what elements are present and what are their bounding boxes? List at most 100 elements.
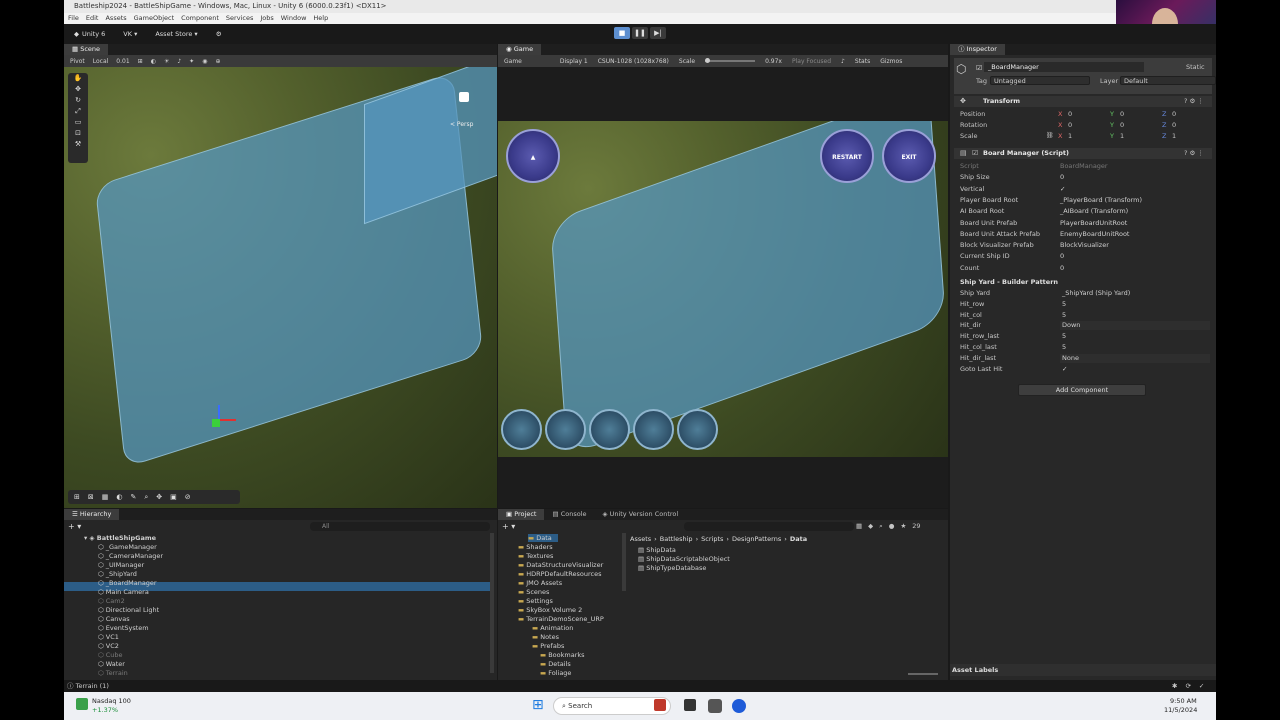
move-tool-icon[interactable]: ✥ (68, 84, 88, 95)
shipyard-field-value[interactable]: _ShipYard (Ship Yard) (1060, 289, 1210, 298)
tab-console[interactable]: ▤ Console (544, 509, 594, 520)
tab-version-control[interactable]: ◈ Unity Version Control (595, 509, 687, 520)
ship-select-2[interactable] (545, 409, 586, 450)
transform-menu-icon[interactable]: ? ⚙ ⋮ (1184, 97, 1204, 105)
scl-x-field[interactable]: 1 (1068, 132, 1072, 140)
hierarchy-item[interactable]: ⬡ _GameManager (98, 543, 157, 551)
breadcrumb-designpatterns[interactable]: DesignPatterns (732, 535, 781, 543)
lighting-icon[interactable]: ☀ (164, 58, 169, 65)
ship-select-1[interactable] (501, 409, 542, 450)
gizmos-icon[interactable]: ⊕ (215, 58, 220, 65)
windows-start-icon[interactable]: ⊞ (532, 698, 544, 712)
app-taskbar-icon[interactable] (732, 699, 746, 713)
camera-icon[interactable]: ◉ (202, 58, 207, 65)
project-file[interactable]: ▤ ShipTypeDatabase (638, 564, 706, 572)
check-icon[interactable]: ✓ (1199, 681, 1204, 692)
project-folder[interactable]: ▬ Data (528, 534, 558, 542)
project-folder[interactable]: ▬ Animation (532, 624, 573, 632)
exit-button[interactable]: EXIT (882, 129, 936, 183)
project-folder[interactable]: ▬ Scenes (518, 588, 549, 596)
hierarchy-item[interactable]: ⬡ _ShipYard (98, 570, 137, 578)
hierarchy-item[interactable]: ⬡ Water (98, 660, 125, 668)
error-icon[interactable]: ● (889, 522, 895, 531)
tab-hierarchy[interactable]: ☰ Hierarchy (64, 509, 120, 520)
play-focused-dropdown[interactable]: Play Focused (792, 58, 831, 65)
breadcrumb-scripts[interactable]: Scripts (701, 535, 723, 543)
play-button[interactable]: ■ (614, 27, 630, 39)
account-dropdown[interactable]: VK ▾ (119, 29, 141, 39)
unity-logo-button[interactable]: ◆ Unity 6 (70, 29, 109, 39)
tab-game[interactable]: ◉ Game (498, 44, 542, 55)
tag-dropdown[interactable]: Untagged (990, 76, 1090, 85)
script-field-value[interactable]: EnemyBoardUnitRoot (1060, 230, 1210, 239)
overlay-tool-6-icon[interactable]: ⌕ (144, 493, 148, 502)
overlay-tool-4-icon[interactable]: ◐ (116, 493, 122, 501)
snap-value[interactable]: 0.01 (116, 58, 129, 65)
object-name-field[interactable]: _BoardManager (984, 62, 1144, 72)
ship-select-5[interactable] (677, 409, 718, 450)
orientation-gizmo[interactable] (452, 85, 476, 109)
menu-window[interactable]: Window (281, 13, 307, 24)
resolution-dropdown[interactable]: CSUN-1028 (1028x768) (598, 58, 669, 65)
project-search-input[interactable] (684, 522, 854, 531)
script-field-value[interactable]: 0 (1060, 173, 1210, 182)
project-folder[interactable]: ▬ Shaders (518, 543, 553, 551)
icon-size-slider[interactable] (908, 673, 938, 675)
hierarchy-item[interactable]: ⬡ Cube (98, 651, 123, 659)
gizmos-button[interactable]: Gizmos (880, 58, 902, 65)
project-folder[interactable]: ▬ Notes (532, 633, 559, 641)
rot-x-field[interactable]: 0 (1068, 121, 1072, 129)
pos-x-field[interactable]: 0 (1068, 110, 1072, 118)
scene-viewport[interactable]: < Persp ✋ ✥ ↻ ⤢ ▭ ⊡ ⚒ ⊞ ⊠ ▦ ◐ ✎ ⌕ ✥ ▣ ⊘ (64, 67, 497, 508)
hierarchy-item[interactable]: ⬡ _CameraManager (98, 552, 163, 560)
project-folder[interactable]: ▬ TerrainDemoScene_URP (518, 615, 604, 623)
shipyard-field-value[interactable]: 5 (1060, 332, 1210, 341)
overlay-tool-3-icon[interactable]: ▦ (102, 493, 109, 501)
script-field-value[interactable]: PlayerBoardUnitRoot (1060, 219, 1210, 228)
menu-jobs[interactable]: Jobs (260, 13, 273, 24)
menu-services[interactable]: Services (226, 13, 253, 24)
audio-icon[interactable]: ♪ (177, 58, 181, 65)
filter-label-icon[interactable]: ◆ (868, 522, 873, 531)
project-file[interactable]: ▤ ShipDataScriptableObject (638, 555, 730, 563)
project-folder[interactable]: ▬ Bookmarks (540, 651, 585, 659)
overlay-tool-1-icon[interactable]: ⊞ (74, 493, 80, 501)
project-add-button[interactable]: + ▾ (502, 522, 515, 531)
script-field-value[interactable]: 0 (1060, 252, 1210, 261)
script-field-value[interactable]: _AIBoard (Transform) (1060, 207, 1210, 216)
settings-gear-icon[interactable]: ⚙ (212, 29, 226, 39)
filter-search-icon[interactable]: ⌕ (879, 522, 883, 531)
hierarchy-item[interactable]: ⬡ Cam2 (98, 597, 125, 605)
hierarchy-scrollbar[interactable] (490, 533, 494, 673)
sync-icon[interactable]: ⟳ (1185, 681, 1190, 692)
hierarchy-scene-root[interactable]: ▾ ◈ BattleShipGame (84, 534, 156, 542)
rot-y-field[interactable]: 0 (1120, 121, 1124, 129)
project-folder[interactable]: ▬ JMO Assets (518, 579, 562, 587)
overlay-tool-7-icon[interactable]: ✥ (156, 493, 162, 501)
constrain-proportions-icon[interactable]: ⛓ (1046, 132, 1054, 139)
filter-type-icon[interactable]: ▦ (856, 522, 862, 531)
menu-component[interactable]: Component (181, 13, 219, 24)
scl-z-field[interactable]: 1 (1172, 132, 1176, 140)
shipyard-field-value[interactable]: 5 (1060, 343, 1210, 352)
project-folder[interactable]: ▬ Prefabs (532, 642, 564, 650)
favorite-icon[interactable]: ★ (900, 522, 906, 531)
shipyard-field-value[interactable]: None (1060, 353, 1210, 363)
shipyard-field-value[interactable]: 5 (1060, 300, 1210, 309)
project-folder[interactable]: ▬ Textures (518, 552, 553, 560)
hierarchy-item[interactable]: ⬡ Main Camera (98, 588, 149, 596)
overlay-tool-5-icon[interactable]: ✎ (130, 493, 136, 501)
script-header[interactable]: ▤ ☑ Board Manager (Script) ? ⚙ ⋮ (954, 148, 1212, 159)
transform-tool-icon[interactable]: ⊡ (68, 128, 88, 139)
asset-store-button[interactable]: Asset Store ▾ (151, 29, 201, 39)
stock-name[interactable]: Nasdaq 100 (92, 697, 131, 705)
script-field-value[interactable]: ✓ (1060, 185, 1210, 194)
scale-slider[interactable] (705, 58, 756, 63)
pos-z-field[interactable]: 0 (1172, 110, 1176, 118)
step-button[interactable]: ▶| (650, 27, 666, 39)
game-mode-dropdown[interactable]: Game (504, 58, 522, 65)
unity-hub-taskbar-icon[interactable] (708, 699, 722, 713)
pivot-dropdown[interactable]: Pivot (70, 58, 85, 65)
rect-tool-icon[interactable]: ▭ (68, 117, 88, 128)
stats-button[interactable]: Stats (855, 58, 870, 65)
